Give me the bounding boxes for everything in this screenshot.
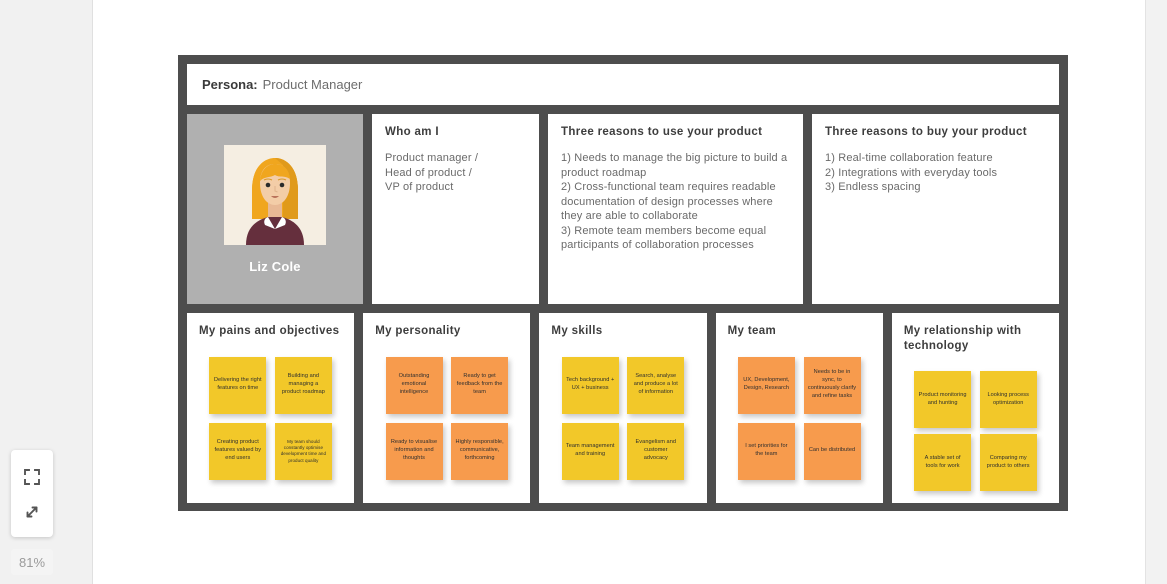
sticky-note[interactable]: Highly responsible, communicative, forth… [451,422,509,480]
sticky-note[interactable]: I set priorities for the team [737,422,795,480]
sticky-note-grid: Product monitoring and hunting Looking p… [904,363,1047,501]
sticky-note-text: UX, Development, Design, Research [743,377,790,392]
expand-diagonal-icon [22,502,42,522]
sticky-note-text: Highly responsible, communicative, forth… [455,439,504,462]
sticky-note[interactable]: Ready to visualise information and thoug… [385,422,443,480]
fit-to-screen-icon [22,467,42,487]
board-top-row: Liz Cole Who am I Product manager / Head… [187,114,1059,304]
app-root: 81% Persona: Product Manager Liz Cole Wh… [0,0,1167,584]
sticky-note-text: Needs to be in sync, to continuously cla… [807,369,857,400]
sticky-note-text: My team should constantly optimise devel… [280,438,327,463]
fit-to-screen-button[interactable] [11,459,53,494]
panel-title: My pains and objectives [199,325,340,337]
zoom-control-cluster: 81% [11,450,53,575]
panel-body: 1) Real-time collaboration feature 2) In… [825,152,998,194]
sticky-note-text: Comparing my product to others [986,455,1030,469]
sticky-note[interactable]: A stable set of tools for work [914,434,972,492]
panel-relationship-with-technology: My relationship with technology Product … [891,313,1060,503]
expand-diagonal-button[interactable] [11,494,53,529]
persona-header-bar: Persona: Product Manager [187,64,1059,105]
sticky-note[interactable]: Outstanding emotional intelligence [385,356,443,414]
persona-avatar-illustration [224,144,326,245]
sticky-note-text: Outstanding emotional intelligence [398,373,430,396]
panel-title: Who am I [385,126,439,138]
panel-who-am-i: Who am I Product manager / Head of produ… [372,114,539,304]
sticky-note[interactable]: Product monitoring and hunting [914,371,972,429]
persona-value: Product Manager [262,77,363,92]
panel-title: My skills [551,325,603,337]
sticky-note-text: Tech background + UX + business [566,377,615,392]
sticky-note[interactable]: Looking process optimization [979,371,1037,429]
sticky-note-text: Can be distributed [808,447,856,454]
panel-my-personality: My personality Outstanding emotional int… [363,313,531,503]
sticky-note-text: Ready to get feedback from the team [456,373,503,396]
zoom-button-group [11,450,53,537]
sticky-note-text: Search, analyse and produce a lot of inf… [633,373,678,396]
sticky-note-text: Looking process optimization [987,392,1029,406]
sticky-note-text: Building and managing a product roadmap [281,373,325,396]
sticky-note[interactable]: My team should constantly optimise devel… [274,422,332,480]
sticky-note-grid: Delivering the right features on time Bu… [199,349,342,493]
sticky-note[interactable]: Evangelism and customer advocacy [627,422,685,480]
sticky-note-text: A stable set of tools for work [924,455,961,469]
sticky-note-text: Creating product features valued by end … [214,439,262,462]
sticky-note-text: Delivering the right features on time [213,377,262,392]
sticky-note[interactable]: Tech background + UX + business [561,356,619,414]
sticky-note-text: Ready to visualise information and thoug… [390,439,438,462]
zoom-level-indicator[interactable]: 81% [11,549,53,575]
sticky-note-text: I set priorities for the team [745,443,788,458]
panel-title: Three reasons to use your product [561,126,763,138]
persona-board: Persona: Product Manager Liz Cole Who am… [178,55,1068,511]
sticky-note[interactable]: Team management and training [561,422,619,480]
panel-reasons-to-use: Three reasons to use your product 1) Nee… [548,114,803,304]
sticky-note[interactable]: Creating product features valued by end … [209,422,267,480]
sticky-note-text: Team management and training [565,443,615,458]
sticky-note[interactable]: Comparing my product to others [979,434,1037,492]
sticky-note-grid: Tech background + UX + business Search, … [551,349,694,493]
panel-body: Product manager / Head of product / VP o… [385,152,479,194]
sticky-note-grid: UX, Development, Design, Research Needs … [728,349,871,493]
sticky-note-grid: Outstanding emotional intelligence Ready… [375,349,518,493]
persona-avatar-panel: Liz Cole [187,114,363,304]
panel-title: Three reasons to buy your product [825,126,1027,138]
panel-body: 1) Needs to manage the big picture to bu… [561,152,788,252]
sticky-note[interactable]: Can be distributed [803,422,861,480]
board-bottom-row: My pains and objectives Delivering the r… [187,313,1060,503]
sticky-note[interactable]: Delivering the right features on time [209,356,267,414]
panel-my-team: My team UX, Development, Design, Researc… [715,313,883,503]
panel-title: My team [727,325,777,337]
sticky-note-text: Product monitoring and hunting [918,392,967,406]
sticky-note-text: Evangelism and customer advocacy [635,439,677,462]
left-toolbar-rail: 81% [0,0,93,584]
right-panel-edge [1145,0,1167,584]
panel-reasons-to-buy: Three reasons to buy your product 1) Rea… [812,114,1059,304]
persona-label: Persona: [202,77,258,92]
panel-title: My relationship with technology [903,325,1022,352]
sticky-note[interactable]: Needs to be in sync, to continuously cla… [803,356,861,414]
panel-title: My personality [375,325,461,337]
panel-my-skills: My skills Tech background + UX + busines… [539,313,707,503]
sticky-note[interactable]: Ready to get feedback from the team [451,356,509,414]
persona-name: Liz Cole [249,258,301,274]
panel-pains-and-objectives: My pains and objectives Delivering the r… [187,313,355,503]
sticky-note[interactable]: Building and managing a product roadmap [274,356,332,414]
sticky-note[interactable]: Search, analyse and produce a lot of inf… [627,356,685,414]
sticky-note[interactable]: UX, Development, Design, Research [737,356,795,414]
